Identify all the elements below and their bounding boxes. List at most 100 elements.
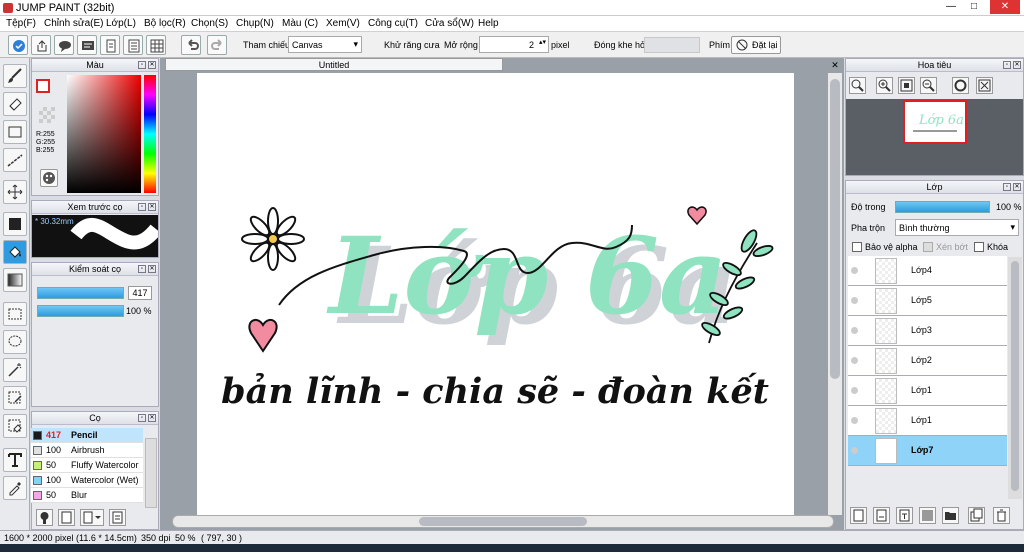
panel-close-icon[interactable]: ✕ xyxy=(148,203,156,211)
brush-size-slider[interactable] xyxy=(37,287,124,299)
undo-icon[interactable] xyxy=(181,35,201,55)
clipping-checkbox[interactable] xyxy=(923,242,933,252)
zoom-fit-icon[interactable] xyxy=(849,77,866,94)
brush-size-input[interactable]: 417 xyxy=(128,286,152,300)
rotate-icon[interactable] xyxy=(952,77,969,94)
comment-icon[interactable] xyxy=(54,35,74,55)
visibility-icon[interactable] xyxy=(851,267,858,274)
new-brush-icon[interactable] xyxy=(58,509,75,526)
fill-rect-tool-icon[interactable] xyxy=(3,212,27,236)
layer-row[interactable]: Lớp1 xyxy=(848,376,1007,406)
export-icon[interactable] xyxy=(31,35,51,55)
duplicate-layer-icon[interactable] xyxy=(968,507,985,524)
brush-list-scrollbar[interactable] xyxy=(145,438,157,508)
undock-icon[interactable]: ▫ xyxy=(138,414,146,422)
brush-item-watercolor-wet[interactable]: 100 Watercolor (Wet) xyxy=(31,473,143,488)
eraser-tool-icon[interactable] xyxy=(3,92,27,116)
menu-edit[interactable]: Chỉnh sửa(E) xyxy=(44,18,104,29)
layer-row[interactable]: Lớp4 xyxy=(848,256,1007,286)
layer-row[interactable]: Lớp1 xyxy=(848,406,1007,436)
vertical-scroll-thumb[interactable] xyxy=(830,79,840,379)
magic-wand-icon[interactable] xyxy=(3,358,27,382)
dropper-tool-icon[interactable] xyxy=(3,476,27,500)
brush-settings-icon[interactable] xyxy=(36,509,53,526)
menu-view[interactable]: Xem(V) xyxy=(326,18,360,29)
brush-tool-icon[interactable] xyxy=(3,64,27,88)
new-layer-icon[interactable] xyxy=(850,507,867,524)
panel-close-icon[interactable]: ✕ xyxy=(148,61,156,69)
zoom-out-icon[interactable] xyxy=(920,77,937,94)
layer-scroll-thumb[interactable] xyxy=(1011,261,1019,491)
panel-close-icon[interactable]: ✕ xyxy=(1013,61,1021,69)
folder-icon[interactable] xyxy=(942,507,959,524)
visibility-icon[interactable] xyxy=(851,297,858,304)
menu-layer[interactable]: Lớp(L) xyxy=(106,18,136,29)
transparent-color-swatch[interactable] xyxy=(39,107,55,123)
foreground-color-swatch[interactable] xyxy=(36,79,50,93)
menu-tools[interactable]: Công cụ(T) xyxy=(368,18,418,29)
layer-row[interactable]: Lớp3 xyxy=(848,316,1007,346)
brush-item-fluffy-watercolor[interactable]: 50 Fluffy Watercolor xyxy=(31,458,143,473)
blend-mode-select[interactable]: Bình thường ▾ xyxy=(895,219,1019,236)
rectangle-tool-icon[interactable] xyxy=(3,120,27,144)
move-tool-icon[interactable] xyxy=(3,180,27,204)
bucket-tool-icon[interactable] xyxy=(3,240,27,264)
message-icon[interactable] xyxy=(77,35,97,55)
close-gap-slider[interactable] xyxy=(644,37,700,53)
layer-row-active[interactable]: Lớp7 xyxy=(848,436,1007,466)
brush-item-airbrush[interactable]: 100 Airbrush xyxy=(31,443,143,458)
brush-copy-icon[interactable] xyxy=(109,509,126,526)
menu-filter[interactable]: Bộ lọc(R) xyxy=(144,18,186,29)
visibility-icon[interactable] xyxy=(851,387,858,394)
layer-opacity-slider[interactable] xyxy=(895,201,990,213)
palette-icon[interactable] xyxy=(40,169,58,187)
zoom-in-icon[interactable] xyxy=(876,77,893,94)
menu-color[interactable]: Màu (C) xyxy=(282,18,318,29)
reference-select[interactable]: Canvas ▾ xyxy=(288,36,362,53)
layer-list-scrollbar[interactable] xyxy=(1008,257,1022,499)
layer-row[interactable]: Lớp5 xyxy=(848,286,1007,316)
select-tool-icon[interactable] xyxy=(8,35,28,55)
vertical-scrollbar[interactable] xyxy=(828,73,842,515)
lasso-select-icon[interactable] xyxy=(3,330,27,354)
delete-layer-icon[interactable] xyxy=(993,507,1010,524)
menu-file[interactable]: Tệp(F) xyxy=(6,18,36,29)
maximize-button[interactable]: □ xyxy=(963,0,985,14)
undock-icon[interactable]: ▫ xyxy=(138,61,146,69)
panel-close-icon[interactable]: ✕ xyxy=(148,265,156,273)
visibility-icon[interactable] xyxy=(851,417,858,424)
minimize-button[interactable]: — xyxy=(940,0,962,14)
grid-icon[interactable] xyxy=(146,35,166,55)
horizontal-scrollbar[interactable] xyxy=(172,515,834,528)
visibility-icon[interactable] xyxy=(851,357,858,364)
tone-layer-icon[interactable] xyxy=(919,507,936,524)
visibility-icon[interactable] xyxy=(851,447,858,454)
line-tool-icon[interactable] xyxy=(3,148,27,172)
new-folder-layer-icon[interactable] xyxy=(873,507,890,524)
saturation-value-picker[interactable] xyxy=(67,75,141,193)
fullscreen-icon[interactable] xyxy=(976,77,993,94)
menu-window[interactable]: Cửa sổ(W) xyxy=(425,18,474,29)
gradient-tool-icon[interactable] xyxy=(3,268,27,292)
brush-item-blur[interactable]: 50 Blur xyxy=(31,488,143,503)
new-text-layer-icon[interactable] xyxy=(896,507,913,524)
panel-close-icon[interactable]: ✕ xyxy=(1013,183,1021,191)
brush-opacity-slider[interactable] xyxy=(37,305,124,317)
undock-icon[interactable]: ▫ xyxy=(1003,183,1011,191)
select-pen-icon[interactable] xyxy=(3,386,27,410)
menu-capture[interactable]: Chụp(N) xyxy=(236,18,274,29)
hue-slider[interactable] xyxy=(144,75,156,193)
lock-checkbox[interactable] xyxy=(974,242,984,252)
document-close-icon[interactable]: ✕ xyxy=(830,60,840,70)
menu-help[interactable]: Help xyxy=(478,18,499,29)
horizontal-scroll-thumb[interactable] xyxy=(419,517,587,526)
visibility-icon[interactable] xyxy=(851,327,858,334)
panel-close-icon[interactable]: ✕ xyxy=(148,414,156,422)
select-eraser-icon[interactable] xyxy=(3,414,27,438)
layer-row[interactable]: Lớp2 xyxy=(848,346,1007,376)
close-button[interactable]: ✕ xyxy=(990,0,1020,14)
rect-select-icon[interactable] xyxy=(3,302,27,326)
page-icon[interactable] xyxy=(123,35,143,55)
canvas[interactable]: Lớp 6a Lớp 6a bản lĩnh - chia sẽ - đoàn … xyxy=(197,73,794,515)
undock-icon[interactable]: ▫ xyxy=(1003,61,1011,69)
